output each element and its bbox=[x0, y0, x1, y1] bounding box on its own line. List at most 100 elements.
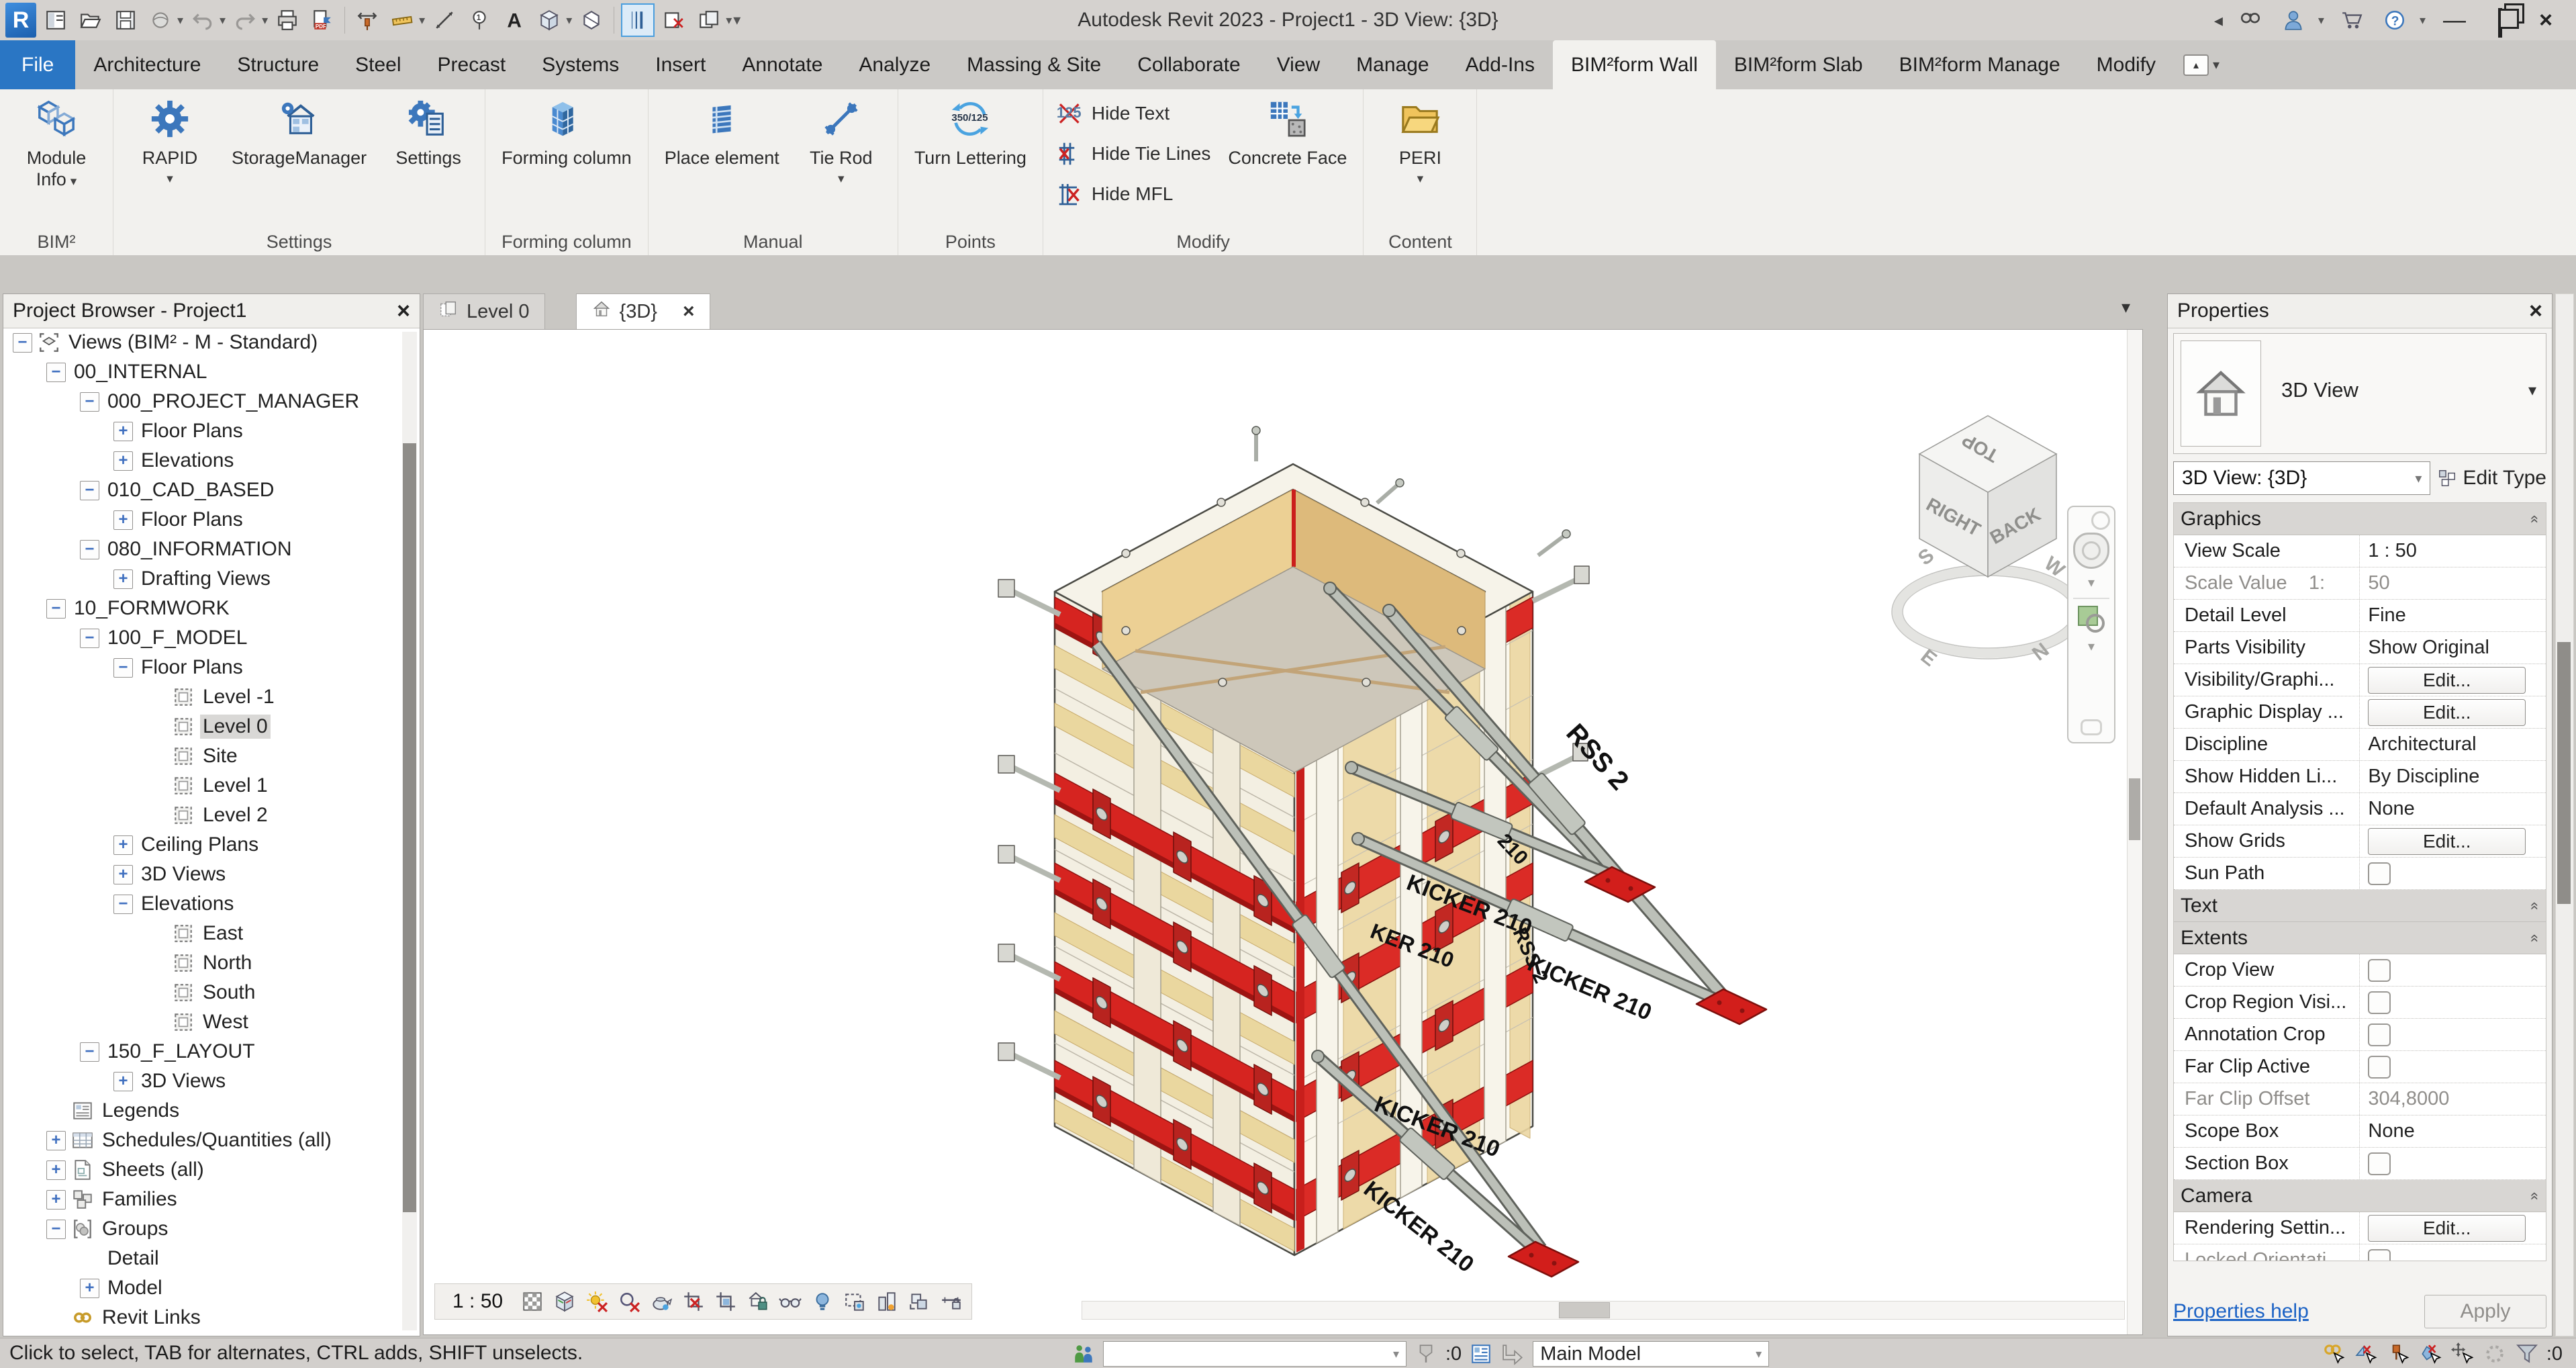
aligned-dimension-icon[interactable] bbox=[429, 5, 460, 36]
property-value[interactable]: 50 bbox=[2368, 572, 2389, 594]
worksets-combobox[interactable]: ▾ bbox=[1103, 1341, 1406, 1367]
type-selector[interactable]: 3D View ▾ bbox=[2173, 333, 2546, 454]
browser-item-legends[interactable]: Legends bbox=[3, 1096, 399, 1126]
infocenter-collapse-icon[interactable]: ◂ bbox=[2214, 10, 2223, 31]
checkbox[interactable] bbox=[2368, 1023, 2391, 1046]
browser-item-00-internal[interactable]: −00_INTERNAL bbox=[3, 357, 399, 387]
ribbon-button-hide-mfl[interactable]: Hide MFL bbox=[1050, 177, 1216, 212]
visual-style-icon[interactable] bbox=[551, 1288, 578, 1315]
reveal-hidden-elements-icon[interactable] bbox=[809, 1288, 836, 1315]
browser-item-100-f-model[interactable]: −100_F_MODEL bbox=[3, 623, 399, 653]
measure-icon[interactable] bbox=[387, 5, 418, 36]
ribbon-button-peri[interactable]: PERI▾ bbox=[1370, 93, 1470, 194]
collapse-icon[interactable]: − bbox=[46, 1220, 66, 1239]
highlight-displacement-sets-icon[interactable] bbox=[906, 1288, 933, 1315]
properties-scrollbar[interactable] bbox=[2555, 293, 2574, 1336]
ribbon-button-place-element[interactable]: Place element bbox=[655, 93, 789, 173]
tag-icon[interactable]: 1 bbox=[464, 5, 495, 36]
design-options-combobox[interactable]: Main Model▾ bbox=[1533, 1341, 1769, 1367]
design-options-icon[interactable] bbox=[1500, 1341, 1526, 1367]
view-tab-3d[interactable]: {3D}× bbox=[576, 293, 710, 329]
browser-item-floor-plans[interactable]: +Floor Plans bbox=[3, 416, 399, 446]
steering-wheel-icon[interactable] bbox=[2073, 533, 2109, 569]
ribbon-tab-architecture[interactable]: Architecture bbox=[75, 40, 219, 89]
switch-windows-icon[interactable] bbox=[694, 5, 724, 36]
browser-item-floor-plans[interactable]: +Floor Plans bbox=[3, 505, 399, 535]
collapse-section-icon[interactable]: « bbox=[2526, 933, 2544, 942]
property-value[interactable]: By Discipline bbox=[2368, 766, 2479, 788]
search-icon[interactable] bbox=[2235, 5, 2266, 36]
property-value[interactable]: 304,8000 bbox=[2368, 1088, 2449, 1110]
selection-filter-icon[interactable] bbox=[2514, 1341, 2540, 1367]
checkbox[interactable] bbox=[2368, 959, 2391, 982]
ribbon-button-settings[interactable]: Settings bbox=[379, 93, 478, 173]
browser-item-level-2[interactable]: Level 2 bbox=[3, 801, 399, 830]
ribbon-button-forming-column[interactable]: Forming column bbox=[492, 93, 641, 173]
collapse-icon[interactable]: − bbox=[113, 658, 133, 678]
chevron-down-icon[interactable]: ▾ bbox=[2528, 381, 2536, 400]
wheel-options-icon[interactable]: ▾ bbox=[2088, 574, 2095, 591]
revit-logo[interactable]: R bbox=[5, 3, 36, 38]
property-value[interactable]: None bbox=[2368, 798, 2414, 820]
navbar-pan-icon[interactable] bbox=[2081, 719, 2102, 735]
ribbon-tab-add-ins[interactable]: Add-Ins bbox=[1447, 40, 1553, 89]
redo-icon[interactable] bbox=[230, 5, 260, 36]
browser-item-010-cad-based[interactable]: −010_CAD_BASED bbox=[3, 475, 399, 505]
edit-button[interactable]: Edit... bbox=[2368, 828, 2526, 855]
browser-item-000-project-manager[interactable]: −000_PROJECT_MANAGER bbox=[3, 387, 399, 416]
minimize-button[interactable]: — bbox=[2438, 7, 2471, 34]
editing-requests-icon[interactable] bbox=[1413, 1341, 1439, 1367]
show-crop-region-icon[interactable] bbox=[712, 1288, 739, 1315]
checkbox[interactable] bbox=[2368, 1056, 2391, 1079]
sun-path-off-icon[interactable] bbox=[583, 1288, 610, 1315]
reveal-constraints-icon[interactable] bbox=[938, 1288, 965, 1315]
horizontal-scrollbar[interactable] bbox=[1082, 1301, 2125, 1320]
property-value[interactable]: Fine bbox=[2368, 604, 2405, 627]
collapse-icon[interactable]: − bbox=[80, 540, 99, 559]
collapse-icon[interactable]: − bbox=[80, 481, 99, 500]
collapse-section-icon[interactable]: « bbox=[2526, 1191, 2544, 1199]
view-scale-button[interactable]: 1 : 50 bbox=[442, 1290, 514, 1313]
browser-item-elevations[interactable]: +Elevations bbox=[3, 446, 399, 475]
select-links-toggle-icon[interactable] bbox=[2321, 1341, 2346, 1367]
browser-item-south[interactable]: South bbox=[3, 978, 399, 1007]
ribbon-tab-massing-site[interactable]: Massing & Site bbox=[949, 40, 1119, 89]
unlocked-3d-view-icon[interactable] bbox=[745, 1288, 771, 1315]
browser-item-schedules-quantities-all[interactable]: +Schedules/Quantities (all) bbox=[3, 1126, 399, 1155]
worksharing-display-icon[interactable] bbox=[1468, 1341, 1494, 1367]
text-icon[interactable]: A bbox=[499, 5, 530, 36]
temporary-view-properties-icon[interactable] bbox=[841, 1288, 868, 1315]
expand-icon[interactable]: + bbox=[113, 835, 133, 855]
project-browser-header[interactable]: Project Browser - Project1 × bbox=[3, 294, 420, 328]
ribbon-button-hide-tie-lines[interactable]: Hide Tie Lines bbox=[1050, 136, 1216, 171]
ribbon-tab-manage[interactable]: Manage bbox=[1338, 40, 1447, 89]
expand-icon[interactable]: + bbox=[80, 1279, 99, 1298]
browser-item-level-1[interactable]: Level -1 bbox=[3, 682, 399, 712]
collapse-icon[interactable]: − bbox=[13, 333, 32, 353]
property-value[interactable]: 1 : 50 bbox=[2368, 540, 2417, 562]
open-icon[interactable] bbox=[75, 5, 106, 36]
browser-item-views-bim-m-standard[interactable]: −Views (BIM² - M - Standard) bbox=[3, 328, 399, 357]
crop-view-off-icon[interactable] bbox=[680, 1288, 707, 1315]
drawing-area[interactable]: RSS 2 RSS 2 KICKER 210 KICKER 210 KICKER… bbox=[423, 329, 2143, 1335]
checkbox[interactable] bbox=[2368, 991, 2391, 1014]
background-processes-indicator-icon[interactable] bbox=[2482, 1341, 2508, 1367]
collapse-section-icon[interactable]: « bbox=[2526, 514, 2544, 522]
properties-section-text[interactable]: Text« bbox=[2174, 890, 2546, 922]
browser-item-families[interactable]: +Families bbox=[3, 1185, 399, 1214]
worksets-icon[interactable] bbox=[1071, 1341, 1096, 1367]
ribbon-tab-systems[interactable]: Systems bbox=[524, 40, 637, 89]
drag-elements-on-selection-toggle-icon[interactable] bbox=[2450, 1341, 2475, 1367]
ribbon-tab-analyze[interactable]: Analyze bbox=[841, 40, 949, 89]
zoom-options-icon[interactable]: ▾ bbox=[2088, 638, 2095, 655]
expand-icon[interactable]: + bbox=[113, 510, 133, 530]
browser-item-drafting-views[interactable]: +Drafting Views bbox=[3, 564, 399, 594]
ribbon-tab-annotate[interactable]: Annotate bbox=[724, 40, 841, 89]
close-button[interactable]: × bbox=[2529, 7, 2563, 34]
ribbon-button-rapid[interactable]: RAPID▾ bbox=[120, 93, 220, 194]
detail-level-icon[interactable] bbox=[519, 1288, 546, 1315]
ribbon-button-tie-rod[interactable]: Tie Rod▾ bbox=[792, 93, 891, 194]
user-account-icon[interactable] bbox=[2278, 5, 2309, 36]
browser-item-10-formwork[interactable]: −10_FORMWORK bbox=[3, 594, 399, 623]
app-store-cart-icon[interactable] bbox=[2336, 5, 2367, 36]
